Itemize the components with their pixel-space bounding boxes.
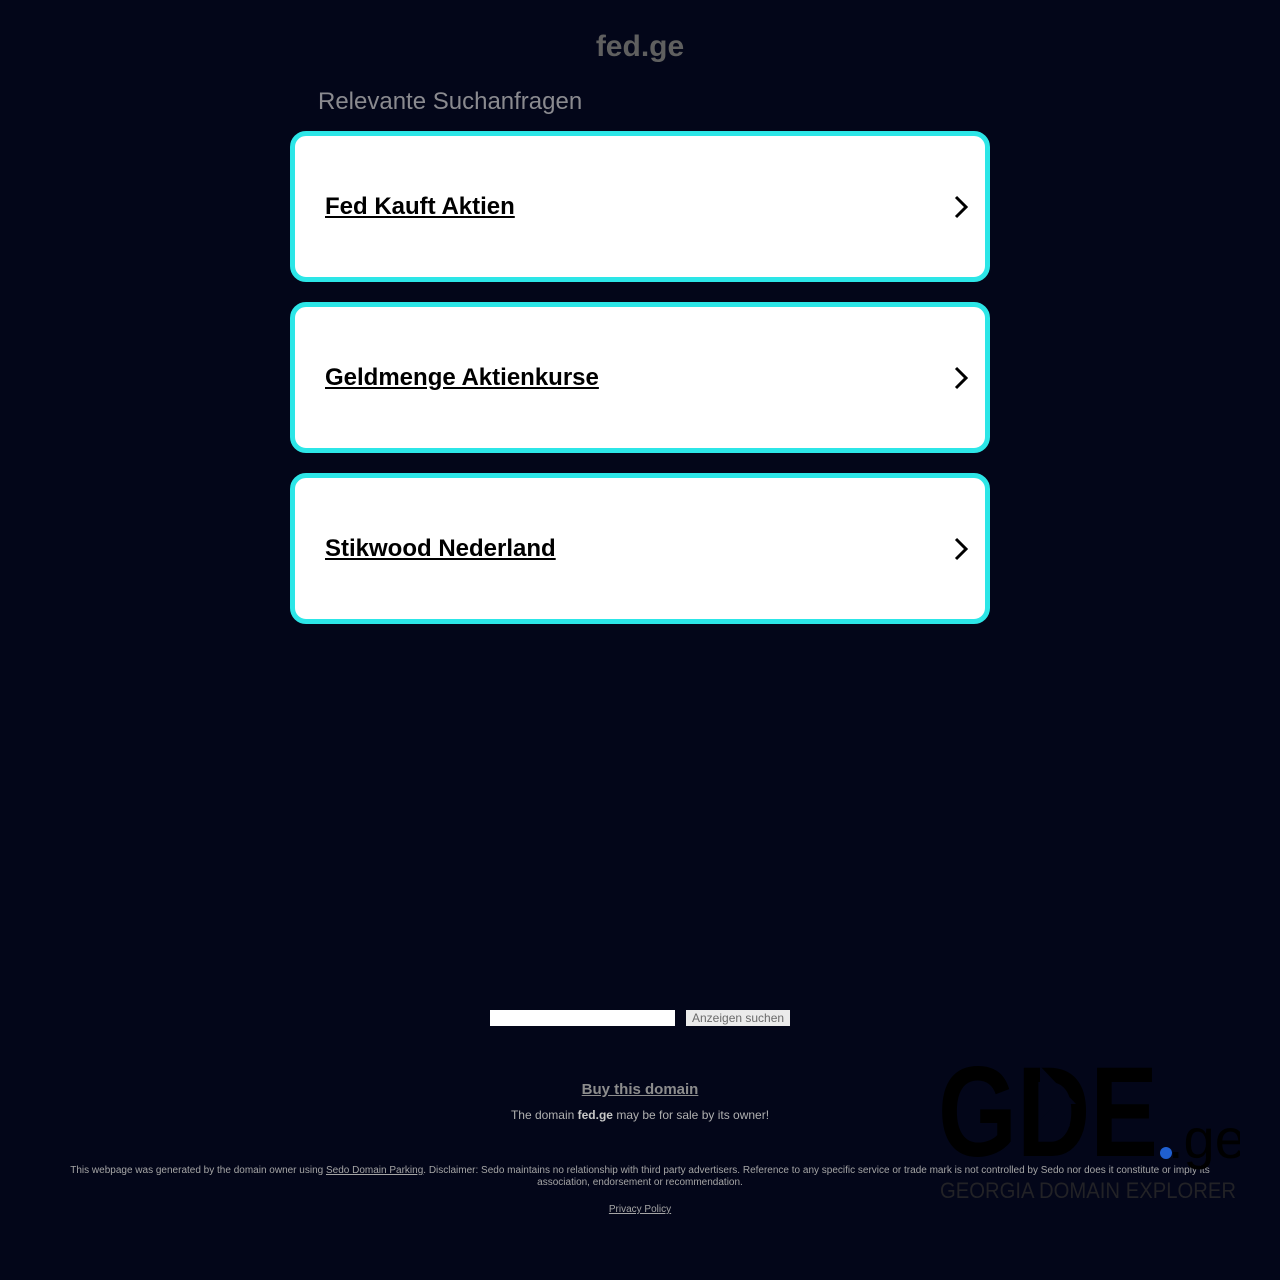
privacy-policy-link[interactable]: Privacy Policy — [0, 1204, 1280, 1215]
sale-text-before: The domain — [510, 1108, 578, 1122]
related-searches-heading: Relevante Suchanfragen — [318, 88, 583, 115]
related-search-card[interactable]: Geldmenge Aktienkurse — [290, 302, 990, 453]
chevron-right-icon — [954, 537, 969, 560]
related-search-card[interactable]: Stikwood Nederland — [290, 473, 990, 624]
related-search-card[interactable]: Fed Kauft Aktien — [290, 131, 990, 282]
related-search-list: Fed Kauft Aktien Geldmenge Aktienkurse S… — [290, 131, 990, 644]
ad-search-bar: Anzeigen suchen — [490, 1010, 791, 1026]
gde-logo-tagline: GEORGIA DOMAIN EXPLORER — [940, 1178, 1236, 1203]
domain-title: fed.ge — [595, 30, 685, 63]
gde-logo: GDE .ge GEORGIA DOMAIN EXPLORER — [938, 1041, 1240, 1203]
chevron-right-icon — [954, 366, 969, 389]
ad-search-button[interactable]: Anzeigen suchen — [686, 1010, 791, 1026]
ad-search-input[interactable] — [490, 1010, 675, 1026]
sale-domain: fed.ge — [577, 1108, 613, 1122]
parked-domain-page: fed.ge Relevante Suchanfragen Fed Kauft … — [0, 0, 1280, 1280]
gde-logo-main: GDE — [938, 1041, 1158, 1184]
sale-text-after: may be for sale by its owner! — [612, 1108, 770, 1122]
chevron-right-icon — [954, 195, 969, 218]
related-search-link[interactable]: Fed Kauft Aktien — [325, 193, 515, 221]
related-search-link[interactable]: Stikwood Nederland — [325, 535, 556, 563]
related-search-link[interactable]: Geldmenge Aktienkurse — [325, 364, 599, 392]
sedo-parking-link[interactable]: Sedo Domain Parking — [326, 1165, 423, 1176]
disclaimer-text-before: This webpage was generated by the domain… — [70, 1165, 326, 1176]
gde-logo-suffix: .ge — [1168, 1107, 1240, 1170]
